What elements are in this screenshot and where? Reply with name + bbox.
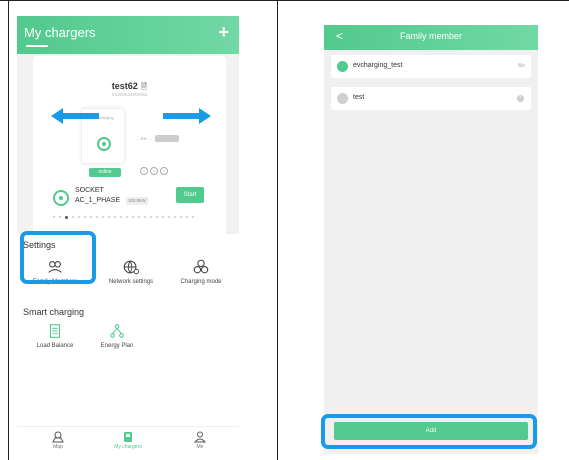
page-dot[interactable] (168, 216, 170, 218)
page-dot[interactable] (180, 216, 182, 218)
page-dot[interactable] (78, 216, 80, 218)
bottom-tab-bar: Map My chargers Me (17, 426, 239, 455)
remove-member-icon[interactable]: × (517, 95, 524, 102)
member-name: evcharging_test (353, 62, 403, 69)
charger-serial: SS200624000062 (111, 92, 148, 97)
person-icon (193, 431, 207, 443)
page-dot[interactable] (53, 216, 55, 218)
screenshot-frame: My chargers + test62 🗎 SS200624000062 evc… (0, 0, 569, 460)
page-dot[interactable] (126, 216, 128, 218)
network-settings-item[interactable]: Network settings (101, 258, 161, 285)
socket-type: SOCKET (75, 187, 104, 194)
charger-icon (124, 432, 132, 442)
socket-icon (53, 190, 69, 206)
page-dot[interactable] (108, 216, 110, 218)
energy-plan-item[interactable]: Energy Plan (87, 322, 147, 349)
page-dot[interactable] (186, 216, 188, 218)
family-member-header: < Family member (324, 25, 538, 50)
plug-icon (97, 137, 111, 151)
start-button[interactable]: Start (176, 187, 204, 203)
family-members-highlight (20, 231, 96, 284)
tab-me-label: Me (196, 444, 204, 450)
network-settings-icon (123, 260, 140, 275)
page-dot[interactable] (192, 216, 194, 218)
charging-mode-item[interactable]: Charging mode (171, 258, 231, 285)
page-dot-active[interactable] (65, 216, 68, 219)
network-settings-label: Network settings (108, 279, 154, 285)
energy-plan-icon (110, 324, 124, 338)
center-divider (277, 0, 278, 460)
charger-name: test62 (111, 81, 138, 91)
page-dot[interactable] (102, 216, 104, 218)
load-balance-label: Load Balance (36, 343, 74, 349)
cable-label: - - RD - - (136, 136, 152, 141)
avatar (337, 61, 348, 72)
app-header: My chargers + (17, 16, 239, 54)
charger-controls: i • • (140, 167, 168, 175)
map-icon (52, 431, 64, 443)
smart-charging-title: Smart charging (23, 307, 85, 317)
tab-my-chargers-label: My chargers (114, 444, 142, 450)
page-dot[interactable] (144, 216, 146, 218)
left-border (8, 0, 9, 460)
load-balance-icon (49, 324, 61, 338)
tab-map-label: Map (53, 444, 63, 450)
info-icon[interactable]: i (140, 167, 148, 175)
vehicle-connector (155, 135, 179, 142)
charging-mode-label: Charging mode (180, 279, 222, 285)
avatar (337, 93, 348, 104)
family-member-title: Family member (399, 31, 462, 41)
arrow-right (163, 108, 211, 124)
page-dot[interactable] (72, 216, 74, 218)
page-dot[interactable] (120, 216, 122, 218)
page-dot[interactable] (174, 216, 176, 218)
power-badge: 100.0kW (126, 197, 148, 205)
page-dot[interactable] (96, 216, 98, 218)
energy-plan-label: Energy Plan (100, 343, 134, 349)
page-dot[interactable] (156, 216, 158, 218)
charger-card[interactable]: test62 🗎 SS200624000062 evcharging - - RD… (33, 56, 226, 240)
page-title: My chargers (24, 25, 96, 40)
member-row[interactable]: test × (331, 87, 531, 110)
member-row[interactable]: evcharging_test Me (331, 55, 531, 78)
member-name: test (353, 94, 365, 101)
page-dot[interactable] (132, 216, 134, 218)
arrow-left (51, 108, 99, 124)
right-phone-screen: < Family member evcharging_test Me test … (324, 25, 538, 454)
pagination-dots[interactable] (53, 216, 194, 219)
page-dot[interactable] (150, 216, 152, 218)
page-dot[interactable] (114, 216, 116, 218)
socket-phase: AC_1_PHASE (75, 197, 121, 204)
page-dot[interactable] (138, 216, 140, 218)
add-charger-button[interactable]: + (218, 22, 229, 43)
tab-map[interactable]: Map (33, 431, 83, 450)
page-dot[interactable] (59, 216, 61, 218)
status-badge: online (89, 168, 121, 177)
page-dot[interactable] (90, 216, 92, 218)
top-border (0, 0, 569, 1)
settings-icon[interactable]: • (150, 167, 158, 175)
annotation-arrows (51, 108, 211, 124)
power-icon[interactable]: • (160, 167, 168, 175)
add-button-highlight (321, 414, 537, 449)
load-balance-item[interactable]: Load Balance (25, 322, 85, 349)
tab-my-chargers[interactable]: My chargers (103, 431, 153, 450)
member-tag: Me (518, 63, 525, 69)
calendar-icon[interactable]: 🗎 (141, 82, 147, 91)
page-dot[interactable] (162, 216, 164, 218)
tab-me[interactable]: Me (175, 431, 225, 450)
charging-mode-icon (193, 259, 209, 274)
page-dot[interactable] (84, 216, 86, 218)
title-underline (26, 45, 48, 47)
